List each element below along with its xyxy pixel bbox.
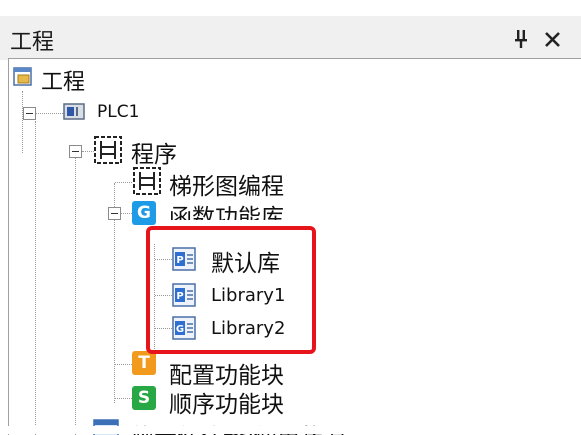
- project-folder-icon: [13, 67, 32, 86]
- tree-line: [115, 182, 132, 183]
- tree-line: [115, 398, 132, 399]
- panel-header: [0, 16, 581, 60]
- highlight-box: [146, 226, 316, 354]
- collapse-toggle[interactable]: [69, 145, 82, 158]
- top-strip: [0, 0, 581, 16]
- collapse-toggle[interactable]: [108, 207, 121, 220]
- pin-button[interactable]: [510, 27, 532, 51]
- tree-node-label: 顺序功能块: [169, 392, 284, 418]
- pin-icon: [515, 30, 527, 48]
- function-library-icon: G: [132, 201, 156, 225]
- tree-line: [115, 364, 132, 365]
- sequence-block-icon: S: [132, 386, 156, 410]
- plc-device-icon: [63, 103, 85, 120]
- tree-node-label: 函数功能库: [169, 205, 284, 220]
- tree-node-label: 梯形图编程: [169, 174, 284, 200]
- close-button[interactable]: [540, 26, 566, 52]
- panel-title: 工程: [10, 30, 55, 55]
- tree-node-label: PLC1: [97, 102, 140, 122]
- tree-node-label: 工程: [41, 70, 86, 95]
- tree-line: [75, 152, 76, 435]
- tree-line: [121, 213, 132, 214]
- tree-line: [35, 121, 36, 435]
- config-block-icon: T: [132, 351, 156, 375]
- program-icon: [94, 136, 122, 164]
- collapse-toggle[interactable]: [23, 107, 36, 120]
- ladder-icon: [133, 167, 161, 195]
- tree-line: [22, 91, 23, 153]
- close-icon: [545, 32, 560, 47]
- bottom-cut: [0, 426, 581, 434]
- tree-node-label: 程序: [131, 142, 177, 168]
